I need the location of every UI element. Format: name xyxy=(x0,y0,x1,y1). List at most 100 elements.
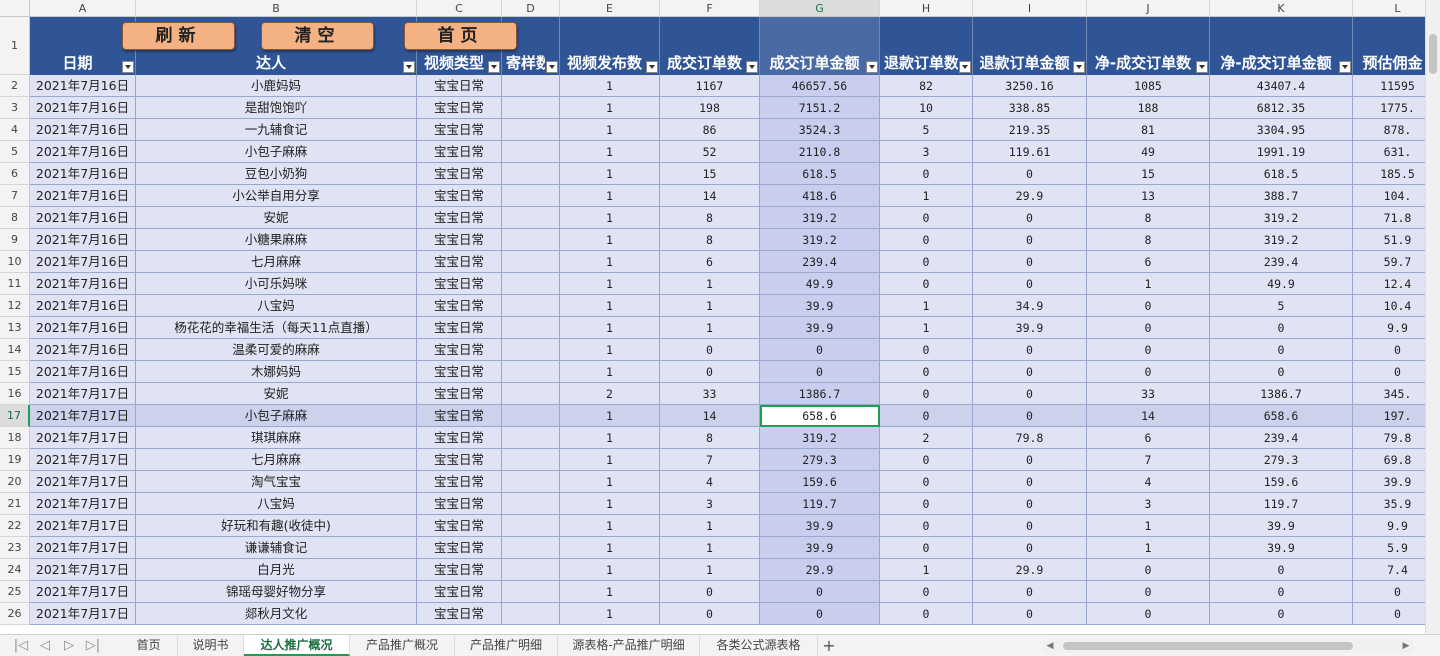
table-cell[interactable]: 谦谦辅食记 xyxy=(136,537,417,559)
table-cell[interactable]: 0 xyxy=(973,339,1087,361)
table-cell[interactable]: 2021年7月16日 xyxy=(30,207,136,229)
table-cell[interactable]: 119.7 xyxy=(1210,493,1353,515)
table-cell[interactable]: 0 xyxy=(973,493,1087,515)
table-cell[interactable]: 418.6 xyxy=(760,185,880,207)
table-cell[interactable]: 59.7 xyxy=(1353,251,1426,273)
table-cell[interactable]: 七月麻麻 xyxy=(136,251,417,273)
table-cell[interactable] xyxy=(502,207,560,229)
table-cell[interactable]: 33 xyxy=(660,383,760,405)
row-header-6[interactable]: 6 xyxy=(0,163,30,185)
table-cell[interactable]: 1085 xyxy=(1087,75,1210,97)
row-header-1[interactable]: 1 xyxy=(0,17,30,75)
table-cell[interactable]: 1386.7 xyxy=(1210,383,1353,405)
table-cell[interactable] xyxy=(502,119,560,141)
row-header-12[interactable]: 12 xyxy=(0,295,30,317)
row-header-18[interactable]: 18 xyxy=(0,427,30,449)
row-header-9[interactable]: 9 xyxy=(0,229,30,251)
table-cell[interactable]: 2 xyxy=(560,383,660,405)
table-cell[interactable]: 2021年7月16日 xyxy=(30,229,136,251)
row-header-8[interactable]: 8 xyxy=(0,207,30,229)
table-cell[interactable]: 1 xyxy=(660,273,760,295)
table-cell[interactable]: 0 xyxy=(1087,581,1210,603)
table-cell[interactable]: 119.7 xyxy=(760,493,880,515)
select-all-corner[interactable] xyxy=(0,0,30,17)
table-cell[interactable]: 4 xyxy=(660,471,760,493)
table-cell[interactable]: 0 xyxy=(973,207,1087,229)
table-cell[interactable]: 2021年7月17日 xyxy=(30,383,136,405)
filter-dropdown-icon[interactable] xyxy=(546,61,558,73)
table-cell[interactable]: 0 xyxy=(660,339,760,361)
table-cell[interactable]: 33 xyxy=(1087,383,1210,405)
table-cell[interactable]: 15 xyxy=(1087,163,1210,185)
table-cell[interactable]: 0 xyxy=(1210,361,1353,383)
table-cell[interactable]: 29.9 xyxy=(760,559,880,581)
table-cell[interactable]: 0 xyxy=(973,449,1087,471)
table-cell[interactable]: 0 xyxy=(1353,361,1426,383)
sheet-tab[interactable]: 首页 xyxy=(120,635,178,656)
table-cell[interactable]: 1 xyxy=(560,119,660,141)
table-cell[interactable]: 6 xyxy=(1087,251,1210,273)
table-cell[interactable]: 宝宝日常 xyxy=(417,471,502,493)
table-cell[interactable]: 1 xyxy=(660,537,760,559)
table-cell[interactable]: 好玩和有趣(收徒中) xyxy=(136,515,417,537)
table-cell[interactable]: 1 xyxy=(560,251,660,273)
filter-dropdown-icon[interactable] xyxy=(746,61,758,73)
column-header-c[interactable]: C xyxy=(417,0,502,17)
column-header-j[interactable]: J xyxy=(1087,0,1210,17)
table-cell[interactable]: 2021年7月16日 xyxy=(30,185,136,207)
table-cell[interactable]: 宝宝日常 xyxy=(417,493,502,515)
table-cell[interactable]: 29.9 xyxy=(973,185,1087,207)
scroll-right-icon[interactable]: ▶ xyxy=(1399,639,1413,653)
table-cell[interactable]: 631. xyxy=(1353,141,1426,163)
row-header-7[interactable]: 7 xyxy=(0,185,30,207)
table-cell[interactable]: 2021年7月17日 xyxy=(30,581,136,603)
table-cell[interactable]: 宝宝日常 xyxy=(417,515,502,537)
table-cell[interactable]: 宝宝日常 xyxy=(417,207,502,229)
table-cell[interactable]: 宝宝日常 xyxy=(417,581,502,603)
table-cell[interactable]: 1 xyxy=(660,317,760,339)
table-cell[interactable]: 0 xyxy=(1087,317,1210,339)
table-cell[interactable]: 86 xyxy=(660,119,760,141)
table-cell[interactable]: 0 xyxy=(880,207,973,229)
table-cell[interactable]: 0 xyxy=(1353,581,1426,603)
table-cell[interactable]: 46657.56 xyxy=(760,75,880,97)
table-cell[interactable]: 2021年7月16日 xyxy=(30,339,136,361)
column-header-d[interactable]: D xyxy=(502,0,560,17)
column-header-h[interactable]: H xyxy=(880,0,973,17)
row-header-11[interactable]: 11 xyxy=(0,273,30,295)
column-header-l[interactable]: L xyxy=(1353,0,1426,17)
table-cell[interactable] xyxy=(502,471,560,493)
table-cell[interactable]: 0 xyxy=(1087,339,1210,361)
table-cell[interactable]: 239.4 xyxy=(760,251,880,273)
table-cell[interactable]: 豆包小奶狗 xyxy=(136,163,417,185)
table-cell[interactable]: 39.9 xyxy=(760,295,880,317)
table-cell[interactable]: 6 xyxy=(1087,427,1210,449)
table-cell[interactable]: 39.9 xyxy=(760,317,880,339)
table-cell[interactable]: 0 xyxy=(880,163,973,185)
table-cell[interactable]: 35.9 xyxy=(1353,493,1426,515)
row-header-17[interactable]: 17 xyxy=(0,405,30,427)
table-cell[interactable] xyxy=(502,537,560,559)
last-sheet-icon[interactable]: ▷| xyxy=(84,637,102,655)
column-header-g[interactable]: G xyxy=(760,0,880,17)
table-cell[interactable]: 0 xyxy=(760,339,880,361)
table-cell[interactable]: 0 xyxy=(660,603,760,625)
table-cell[interactable]: 14 xyxy=(660,405,760,427)
table-cell[interactable]: 119.61 xyxy=(973,141,1087,163)
table-cell[interactable]: 8 xyxy=(660,207,760,229)
table-cell[interactable]: 14 xyxy=(660,185,760,207)
table-cell[interactable]: 宝宝日常 xyxy=(417,251,502,273)
table-cell[interactable]: 1 xyxy=(880,295,973,317)
table-cell[interactable]: 1 xyxy=(560,449,660,471)
table-cell[interactable]: 13 xyxy=(1087,185,1210,207)
filter-dropdown-icon[interactable] xyxy=(488,61,500,73)
table-cell[interactable]: 0 xyxy=(880,449,973,471)
table-cell[interactable]: 2021年7月17日 xyxy=(30,559,136,581)
table-cell[interactable] xyxy=(502,163,560,185)
row-header-21[interactable]: 21 xyxy=(0,493,30,515)
table-cell[interactable]: 1 xyxy=(660,295,760,317)
table-cell[interactable]: 宝宝日常 xyxy=(417,405,502,427)
sheet-tab[interactable]: 达人推广概况 xyxy=(244,635,350,656)
table-cell[interactable]: 104. xyxy=(1353,185,1426,207)
table-cell[interactable]: 宝宝日常 xyxy=(417,97,502,119)
